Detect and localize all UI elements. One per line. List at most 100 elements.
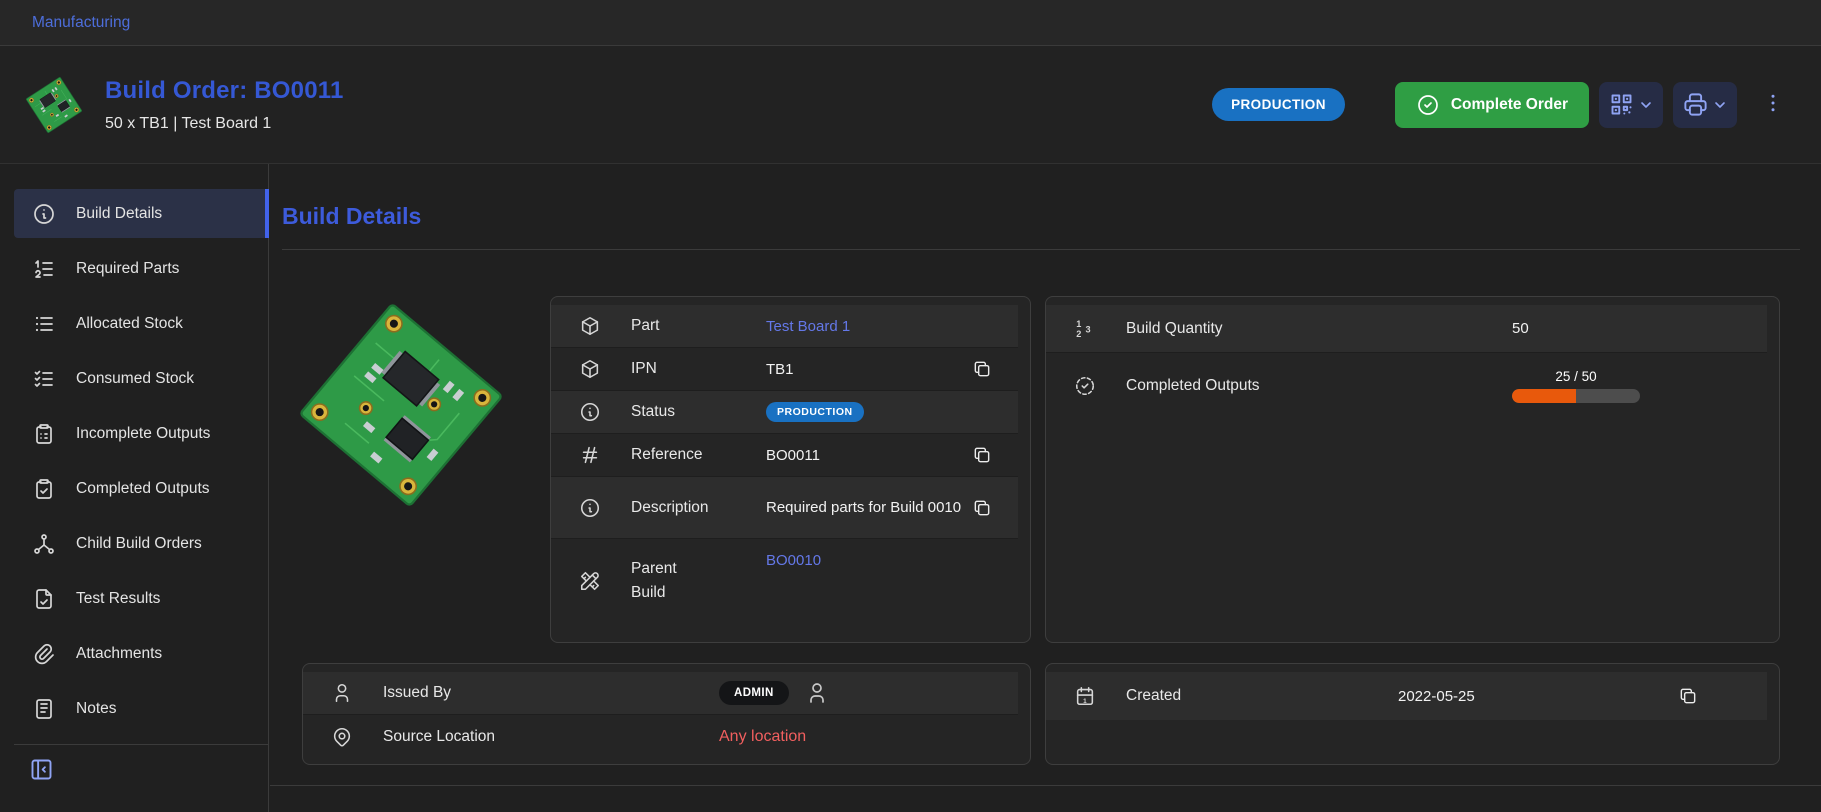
printer-icon	[1682, 91, 1709, 118]
row-value: 50	[1512, 320, 1767, 337]
part-link[interactable]: Test Board 1	[766, 318, 850, 335]
svg-text:3: 3	[1085, 324, 1090, 334]
row-label: Issued By	[383, 684, 719, 702]
sidebar-collapse-button[interactable]	[28, 756, 55, 786]
progress-fill	[1512, 389, 1576, 403]
sidebar-item-consumed-stock[interactable]: Consumed Stock	[14, 354, 268, 403]
section-heading: Build Details	[282, 202, 1821, 230]
row-label: Build Quantity	[1126, 320, 1512, 338]
sidebar-item-required-parts[interactable]: Required Parts	[14, 244, 268, 293]
complete-order-button[interactable]: Complete Order	[1395, 82, 1589, 128]
quantity-panel: 123 Build Quantity50 Completed Outputs25 /…	[1045, 296, 1780, 643]
paperclip-icon	[32, 642, 56, 666]
detail-row-description: DescriptionRequired parts for Build 0010	[551, 477, 1018, 539]
status-badge: PRODUCTION	[1212, 88, 1345, 121]
sidebar-item-completed-outputs[interactable]: Completed Outputs	[14, 464, 268, 513]
info-circle-icon	[579, 497, 601, 519]
sidebar-item-attachments[interactable]: Attachments	[14, 629, 268, 678]
barcode-actions-button[interactable]	[1599, 82, 1663, 128]
print-actions-button[interactable]	[1673, 82, 1737, 128]
chevron-down-icon	[1712, 97, 1728, 113]
sidebar-item-child-build-orders[interactable]: Child Build Orders	[14, 519, 268, 568]
clipboard-check-icon	[32, 477, 56, 501]
user-icon	[331, 682, 353, 704]
file-check-icon	[32, 587, 56, 611]
row-value: PRODUCTION	[766, 402, 972, 422]
breadcrumb: Manufacturing	[0, 0, 1821, 46]
qrcode-icon	[1608, 91, 1635, 118]
dots-vertical-icon	[1761, 91, 1785, 118]
info-circle-icon	[32, 202, 56, 226]
sidebar-item-notes[interactable]: Notes	[14, 684, 268, 733]
sidebar-item-label: Incomplete Outputs	[76, 425, 210, 443]
sidebar-item-build-details[interactable]: Build Details	[14, 189, 268, 238]
list-check-icon	[32, 367, 56, 391]
progress-track	[1512, 389, 1640, 403]
map-pin-icon	[331, 726, 353, 748]
copy-button[interactable]	[1678, 686, 1698, 706]
parent-build-link[interactable]: BO0010	[766, 552, 821, 569]
row-value: 2022-05-25	[1398, 688, 1678, 705]
sidebar-item-label: Build Details	[76, 205, 162, 223]
status-badge: PRODUCTION	[766, 402, 864, 422]
text-value: 50	[1512, 320, 1529, 337]
text-value: BO0011	[766, 447, 820, 464]
page-header: Build Order: BO0011 50 x TB1 | Test Boar…	[0, 46, 1821, 164]
chevron-down-icon	[1712, 97, 1728, 113]
detail-row-issued-by: Issued ByADMIN	[303, 672, 1018, 715]
copy-icon	[972, 445, 992, 465]
row-label: Source Location	[383, 728, 719, 746]
copy-button[interactable]	[972, 445, 992, 465]
detail-row-completed-outputs: Completed Outputs25 / 50	[1046, 353, 1767, 419]
sidebar-item-test-results[interactable]: Test Results	[14, 574, 268, 623]
numbers-123-icon: 123	[1074, 318, 1096, 340]
copy-icon	[1678, 686, 1698, 706]
copy-icon	[972, 498, 992, 518]
calendar-icon: 1	[1074, 685, 1096, 707]
overflow-menu-button[interactable]	[1755, 90, 1791, 119]
row-value: TB1	[766, 361, 972, 378]
copy-button[interactable]	[972, 359, 992, 379]
complete-order-label: Complete Order	[1451, 96, 1568, 114]
sidebar-item-allocated-stock[interactable]: Allocated Stock	[14, 299, 268, 348]
sidebar: Build Details Required Parts Allocated Sto…	[0, 164, 269, 812]
sidebar-item-label: Notes	[76, 700, 117, 718]
panel-collapse-left-icon	[28, 756, 55, 786]
text-value: 2022-05-25	[1398, 688, 1475, 705]
list-numbers-icon	[32, 257, 56, 281]
svg-text:2: 2	[1076, 328, 1081, 338]
row-value: Any location	[719, 728, 1018, 746]
text-value: TB1	[766, 361, 794, 378]
box-icon	[579, 315, 601, 337]
row-value: Required parts for Build 0010	[766, 491, 968, 525]
row-label: Status	[631, 403, 766, 421]
user-icon	[805, 681, 829, 705]
tools-icon	[579, 570, 601, 592]
dots-vertical-icon	[1761, 91, 1785, 115]
breadcrumb-link-manufacturing[interactable]: Manufacturing	[32, 14, 130, 32]
notes-icon	[32, 697, 56, 721]
copy-button[interactable]	[972, 498, 992, 518]
row-value: BO0011	[766, 447, 972, 464]
detail-row-source-location: Source LocationAny location	[303, 715, 1018, 758]
pcb-graphic	[291, 295, 511, 515]
progress-bar: 25 / 50	[1512, 369, 1640, 403]
created-panel: 1Created2022-05-25	[1045, 663, 1780, 765]
detail-row-build-quantity: 123 Build Quantity50	[1046, 305, 1767, 353]
part-thumbnail[interactable]	[25, 76, 83, 134]
row-value: BO0010	[766, 539, 972, 569]
copy-icon	[972, 359, 992, 379]
header-actions: PRODUCTION Complete Order	[1212, 82, 1791, 128]
pcb-graphic	[24, 74, 85, 135]
user-badge-group: ADMIN	[719, 681, 1018, 705]
error-value: Any location	[719, 728, 806, 745]
part-image[interactable]	[293, 297, 509, 513]
circle-check-icon	[1416, 93, 1440, 117]
row-label: Completed Outputs	[1126, 377, 1512, 395]
row-value: 25 / 50	[1512, 369, 1767, 403]
row-value: ADMIN	[719, 681, 1018, 705]
text-value: Required parts for Build 0010	[766, 499, 961, 516]
build-info-panel: PartTest Board 1IPNTB1StatusPRODUCTIONRe…	[550, 296, 1031, 643]
chevron-down-icon	[1638, 97, 1654, 113]
sidebar-item-incomplete-outputs[interactable]: Incomplete Outputs	[14, 409, 268, 458]
